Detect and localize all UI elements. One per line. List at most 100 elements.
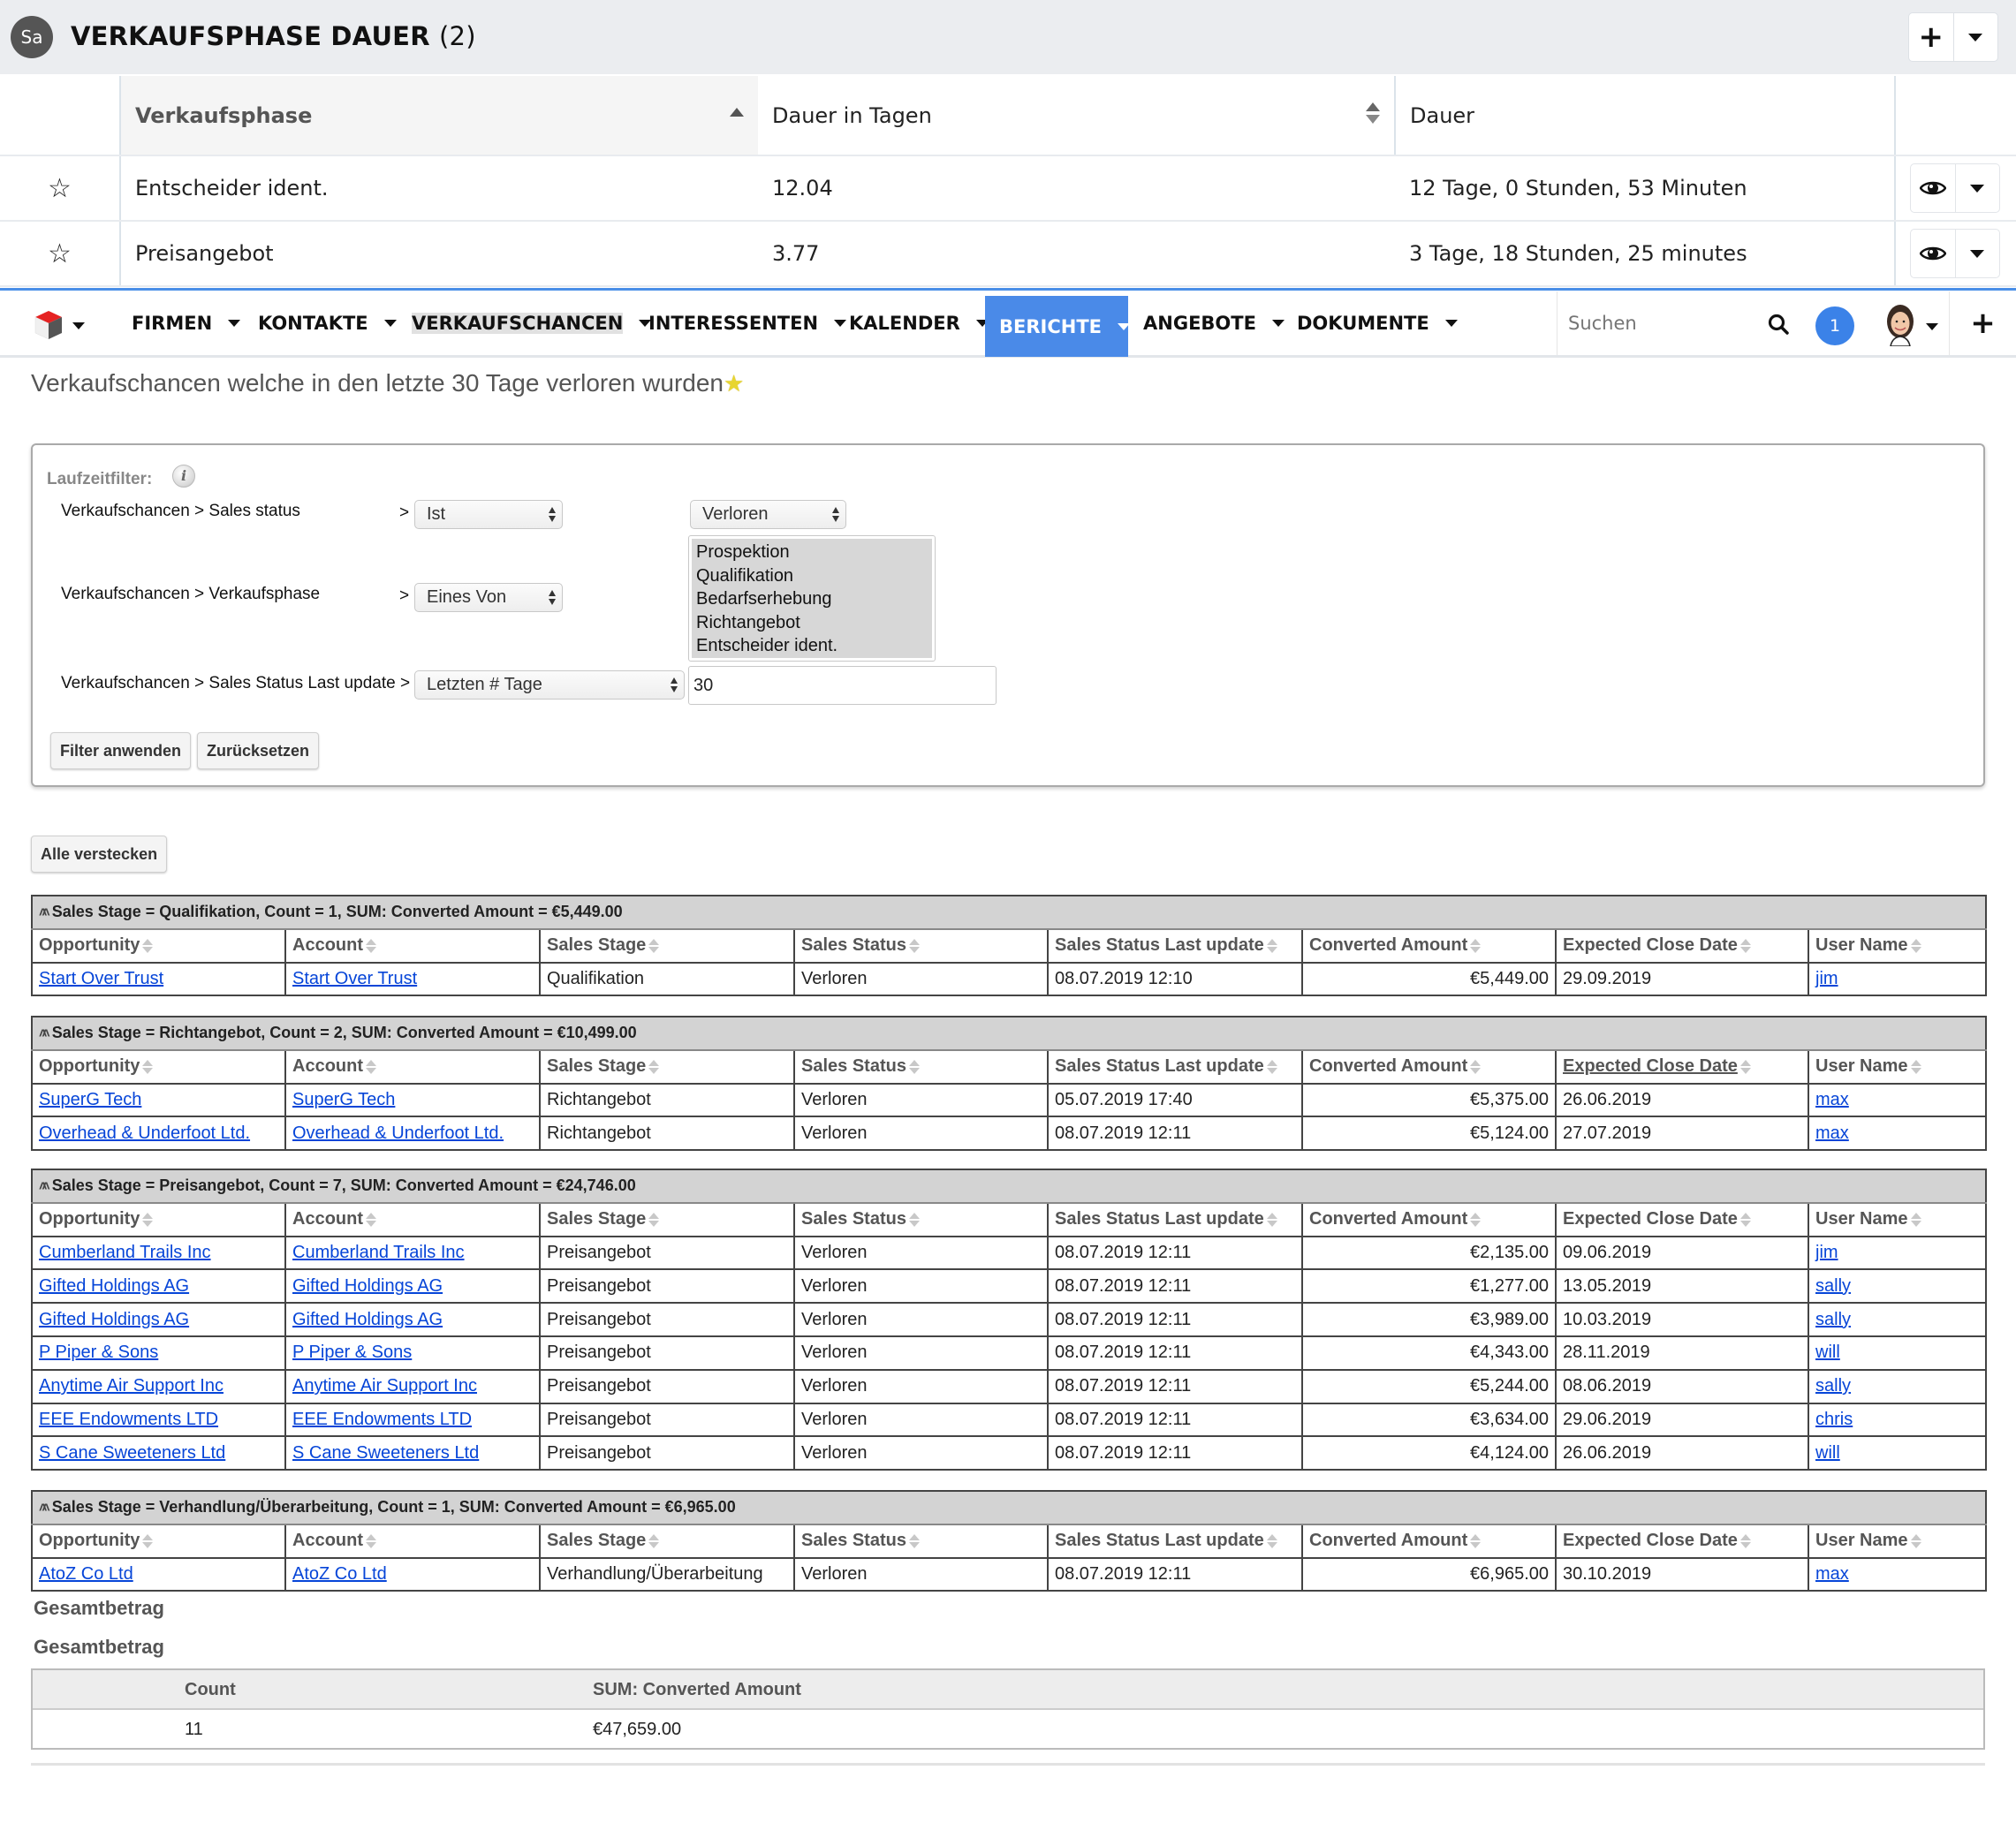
column-header-user-name[interactable]: User Name — [1807, 928, 1988, 964]
nav-item-kontakte[interactable]: KONTAKTE — [244, 291, 411, 355]
search-input[interactable] — [1557, 291, 1734, 355]
sort-icon[interactable] — [1266, 1059, 1277, 1074]
group-header-row[interactable]: ˄˄ Sales Stage = Verhandlung/Überarbeitun… — [30, 1490, 1988, 1525]
sort-icon[interactable] — [142, 1059, 154, 1074]
column-header-converted-amount[interactable]: Converted Amount — [1301, 928, 1557, 964]
column-header-opportunity[interactable]: Opportunity — [31, 1202, 286, 1237]
column-header-converted-amount[interactable]: Converted Amount — [1301, 1049, 1557, 1085]
sort-icon[interactable] — [1266, 938, 1277, 953]
column-header-expected-close-date[interactable]: Expected Close Date — [1555, 1049, 1809, 1085]
app-logo-icon[interactable] — [34, 309, 64, 341]
opportunity-link[interactable]: P Piper & Sons — [39, 1343, 158, 1362]
user-name-link[interactable]: sally — [1815, 1310, 1851, 1329]
column-header-last-update[interactable]: Sales Status Last update — [1047, 1202, 1303, 1237]
sort-icon[interactable] — [1739, 938, 1751, 953]
column-header-expected-close-date[interactable]: Expected Close Date — [1555, 1202, 1809, 1237]
column-header-account[interactable]: Account — [284, 1202, 541, 1237]
sort-icon[interactable] — [1470, 1533, 1482, 1548]
account-link[interactable]: Gifted Holdings AG — [292, 1310, 443, 1329]
reset-filter-button[interactable]: Zurücksetzen — [197, 732, 320, 769]
favorite-star-icon[interactable]: ☆ — [0, 221, 120, 287]
column-header-sales-status[interactable]: Sales Status — [793, 1524, 1049, 1559]
create-button[interactable]: + — [1909, 13, 1953, 61]
sort-icon[interactable] — [1910, 1533, 1921, 1548]
multiselect-option[interactable]: Qualifikation — [696, 564, 928, 588]
column-header-sales-stage[interactable]: Sales Stage — [539, 1049, 795, 1085]
column-header-sales-stage[interactable]: Sales Stage — [539, 1202, 795, 1237]
account-link[interactable]: Anytime Air Support Inc — [292, 1376, 477, 1396]
account-link[interactable]: Start Over Trust — [292, 969, 417, 988]
sort-icon[interactable] — [1266, 1212, 1277, 1227]
sort-icon[interactable] — [908, 1059, 920, 1074]
sort-icon[interactable] — [1910, 938, 1921, 953]
column-header-last-update[interactable]: Sales Status Last update — [1047, 1049, 1303, 1085]
sales-stage-multiselect[interactable]: Prospektion Qualifikation Bedarfserhebun… — [688, 535, 936, 662]
collapse-chevron-icon[interactable]: ˄˄ — [39, 1179, 49, 1194]
last-update-days-input[interactable] — [688, 666, 997, 705]
favorite-star-icon[interactable]: ☆ — [0, 155, 120, 222]
actions-dropdown-button[interactable] — [1952, 13, 1998, 61]
column-header-last-update[interactable]: Sales Status Last update — [1047, 928, 1303, 964]
sort-icon[interactable] — [648, 1059, 660, 1074]
account-link[interactable]: S Cane Sweeteners Ltd — [292, 1443, 479, 1463]
sales-status-value-select[interactable]: Verloren — [690, 500, 846, 529]
sort-icon[interactable] — [1470, 1059, 1482, 1074]
opportunity-link[interactable]: AtoZ Co Ltd — [39, 1564, 133, 1584]
info-icon[interactable]: i — [172, 465, 195, 488]
caret-down-icon[interactable] — [72, 322, 85, 329]
nav-item-firmen[interactable]: FIRMEN — [117, 291, 254, 355]
user-name-link[interactable]: sally — [1815, 1376, 1851, 1396]
opportunity-link[interactable]: Cumberland Trails Inc — [39, 1243, 211, 1262]
column-header-opportunity[interactable]: Opportunity — [31, 928, 286, 964]
sort-icon[interactable] — [366, 938, 376, 953]
last-update-operator-select[interactable]: Letzten # Tage — [414, 670, 685, 700]
sort-icon[interactable] — [908, 1212, 920, 1227]
user-avatar[interactable] — [1883, 304, 1917, 346]
account-link[interactable]: Cumberland Trails Inc — [292, 1243, 465, 1262]
sort-icon[interactable] — [648, 1212, 660, 1227]
user-name-link[interactable]: max — [1815, 1564, 1849, 1584]
collapse-chevron-icon[interactable]: ˄˄ — [39, 1501, 49, 1516]
account-link[interactable]: SuperG Tech — [292, 1090, 395, 1109]
row-actions-dropdown[interactable] — [1954, 230, 2000, 277]
sales-stage-operator-select[interactable]: Eines Von — [414, 583, 563, 612]
column-header-sales-stage[interactable]: Sales Stage — [539, 1524, 795, 1559]
opportunity-link[interactable]: Gifted Holdings AG — [39, 1310, 189, 1329]
search-icon[interactable] — [1767, 313, 1790, 336]
column-header-sales-stage[interactable]: Sales Stage — [539, 928, 795, 964]
user-name-link[interactable]: will — [1815, 1343, 1840, 1362]
nav-item-dokumente[interactable]: DOKUMENTE — [1283, 291, 1472, 355]
user-name-link[interactable]: will — [1815, 1443, 1840, 1463]
nav-item-kalender[interactable]: KALENDER — [835, 291, 1003, 355]
hide-all-button[interactable]: Alle verstecken — [31, 836, 168, 873]
collapse-chevron-icon[interactable]: ˄˄ — [39, 905, 49, 920]
sort-icon[interactable] — [366, 1212, 376, 1227]
sort-icon[interactable] — [1739, 1533, 1751, 1548]
sort-icon[interactable] — [908, 1533, 920, 1548]
quick-create-button[interactable]: + — [1949, 291, 2016, 355]
notification-badge[interactable]: 1 — [1815, 306, 1854, 345]
column-header-sales-status[interactable]: Sales Status — [793, 1202, 1049, 1237]
opportunity-link[interactable]: EEE Endowments LTD — [39, 1410, 218, 1429]
user-name-link[interactable]: max — [1815, 1123, 1849, 1143]
sort-icon[interactable] — [1266, 1533, 1277, 1548]
account-link[interactable]: P Piper & Sons — [292, 1343, 412, 1362]
view-button[interactable] — [1911, 230, 1955, 277]
column-header-verkaufsphase[interactable]: Verkaufsphase — [119, 76, 758, 156]
sort-icon[interactable] — [648, 938, 660, 953]
column-header-opportunity[interactable]: Opportunity — [31, 1049, 286, 1085]
account-link[interactable]: AtoZ Co Ltd — [292, 1564, 387, 1584]
column-header-expected-close-date[interactable]: Expected Close Date — [1555, 928, 1809, 964]
user-name-link[interactable]: sally — [1815, 1276, 1851, 1296]
sort-icon[interactable] — [142, 1212, 154, 1227]
row-actions-dropdown[interactable] — [1954, 164, 2000, 212]
view-button[interactable] — [1911, 164, 1955, 212]
sort-icon[interactable] — [366, 1059, 376, 1074]
opportunity-link[interactable]: Anytime Air Support Inc — [39, 1376, 224, 1396]
sort-icon[interactable] — [1739, 1059, 1751, 1074]
opportunity-link[interactable]: Gifted Holdings AG — [39, 1276, 189, 1296]
sort-icon[interactable] — [648, 1533, 660, 1548]
opportunity-link[interactable]: SuperG Tech — [39, 1090, 141, 1109]
account-link[interactable]: EEE Endowments LTD — [292, 1410, 472, 1429]
column-header-user-name[interactable]: User Name — [1807, 1524, 1988, 1559]
